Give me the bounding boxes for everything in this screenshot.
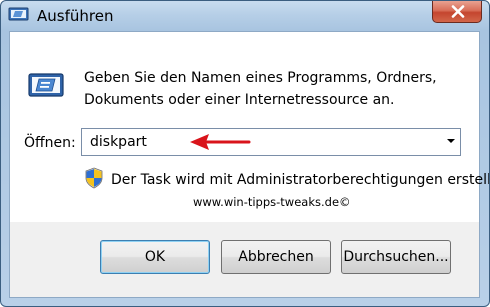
browse-button[interactable]: Durchsuchen...	[341, 240, 451, 274]
open-label: Öffnen:	[24, 135, 76, 151]
watermark-text: www.win-tipps-tweaks.de©	[193, 195, 351, 209]
dialog-content: Geben Sie den Namen eines Programms, Ord…	[9, 31, 489, 223]
button-bar: OK Abbrechen Durchsuchen...	[9, 222, 480, 298]
run-dialog-window: Ausführen Geben Sie den Namen eines Prog…	[0, 0, 490, 307]
close-button[interactable]	[432, 1, 482, 23]
open-input[interactable]	[86, 129, 434, 155]
run-app-icon	[8, 7, 29, 21]
ok-button[interactable]: OK	[100, 240, 210, 274]
title-bar[interactable]: Ausführen	[1, 1, 489, 31]
window-title: Ausführen	[37, 7, 114, 25]
run-icon	[28, 73, 64, 97]
cancel-button[interactable]: Abbrechen	[221, 240, 331, 274]
red-arrow-icon	[190, 134, 251, 150]
admin-notice: Der Task wird mit Administratorberechtig…	[111, 172, 490, 188]
open-combobox[interactable]	[81, 128, 461, 156]
shield-icon	[85, 167, 103, 189]
chevron-down-icon[interactable]	[447, 139, 455, 143]
description-text: Geben Sie den Namen eines Programms, Ord…	[84, 70, 437, 108]
close-icon	[451, 5, 465, 18]
